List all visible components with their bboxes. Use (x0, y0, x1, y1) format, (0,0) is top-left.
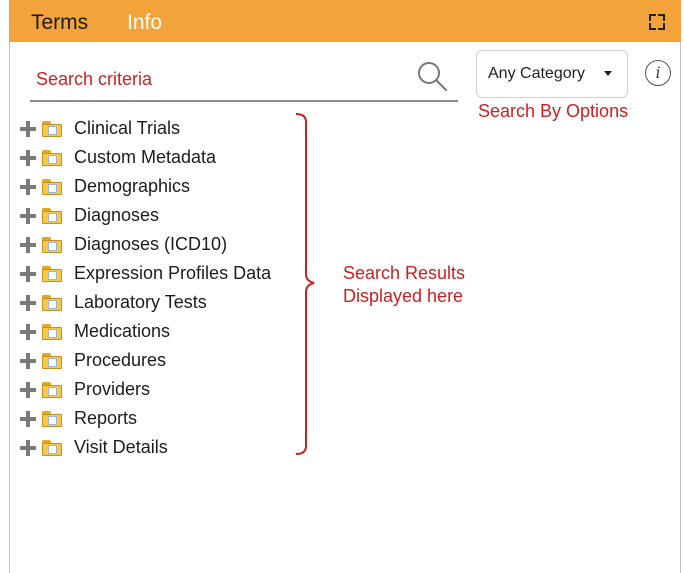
folder-icon (42, 120, 62, 137)
expand-plus-icon[interactable] (20, 265, 36, 282)
tab-terms[interactable]: Terms (31, 11, 88, 35)
tree-item[interactable]: Medications (20, 317, 271, 346)
results-tree: Clinical Trials Custom Metadata Demograp… (20, 114, 271, 462)
category-dropdown[interactable]: Any Category (476, 50, 628, 98)
tree-item-label: Clinical Trials (74, 118, 181, 138)
expand-plus-icon[interactable] (20, 149, 36, 166)
expand-plus-icon[interactable] (20, 352, 36, 369)
annotation-search-results-line2: Displayed here (343, 286, 464, 306)
caret-down-icon (604, 71, 612, 76)
folder-icon (42, 207, 62, 224)
tree-item-label: Procedures (74, 350, 167, 370)
search-icon[interactable] (416, 60, 448, 92)
tree-item[interactable]: Custom Metadata (20, 143, 271, 172)
tree-item-label: Custom Metadata (74, 147, 217, 167)
tree-item-label: Diagnoses (74, 205, 160, 225)
tree-item[interactable]: Visit Details (20, 433, 271, 462)
folder-icon (42, 352, 62, 369)
tree-item[interactable]: Expression Profiles Data (20, 259, 271, 288)
annotation-search-results: Search Results Displayed here (343, 262, 465, 308)
expand-plus-icon[interactable] (20, 323, 36, 340)
folder-icon (42, 149, 62, 166)
tree-item-label: Visit Details (74, 437, 168, 457)
tree-item-label: Diagnoses (ICD10) (74, 234, 228, 254)
folder-icon (42, 381, 62, 398)
tree-item-label: Laboratory Tests (74, 292, 207, 312)
tree-item-label: Medications (74, 321, 171, 341)
tree-item[interactable]: Diagnoses (ICD10) (20, 230, 271, 259)
expand-plus-icon[interactable] (20, 410, 36, 427)
folder-icon (42, 294, 62, 311)
folder-icon (42, 236, 62, 253)
tree-item[interactable]: Providers (20, 375, 271, 404)
tree-item[interactable]: Procedures (20, 346, 271, 375)
info-icon[interactable]: i (645, 60, 671, 86)
tree-item-label: Demographics (74, 176, 191, 196)
folder-icon (42, 323, 62, 340)
panel-header: Terms Info (9, 0, 681, 42)
tree-item-label: Expression Profiles Data (74, 263, 272, 283)
expand-plus-icon[interactable] (20, 439, 36, 456)
search-input[interactable] (30, 65, 422, 93)
expand-plus-icon[interactable] (20, 381, 36, 398)
folder-icon (42, 410, 62, 427)
annotation-bracket (295, 113, 315, 455)
category-dropdown-label: Any Category (488, 65, 585, 82)
tree-item-label: Reports (74, 408, 138, 428)
expand-plus-icon[interactable] (20, 294, 36, 311)
tab-info[interactable]: Info (127, 11, 162, 35)
annotation-search-results-line1: Search Results (343, 263, 466, 283)
tree-item[interactable]: Reports (20, 404, 271, 433)
search-box (30, 55, 458, 102)
tree-item[interactable]: Clinical Trials (20, 114, 271, 143)
expand-plus-icon[interactable] (20, 178, 36, 195)
expand-icon[interactable] (649, 14, 665, 30)
expand-plus-icon[interactable] (20, 207, 36, 224)
folder-icon (42, 265, 62, 282)
tree-item[interactable]: Diagnoses (20, 201, 271, 230)
tree-item-label: Providers (74, 379, 151, 399)
tree-item[interactable]: Demographics (20, 172, 271, 201)
expand-plus-icon[interactable] (20, 120, 36, 137)
expand-plus-icon[interactable] (20, 236, 36, 253)
tree-item[interactable]: Laboratory Tests (20, 288, 271, 317)
folder-icon (42, 439, 62, 456)
annotation-search-by-options: Search By Options (478, 101, 629, 121)
folder-icon (42, 178, 62, 195)
